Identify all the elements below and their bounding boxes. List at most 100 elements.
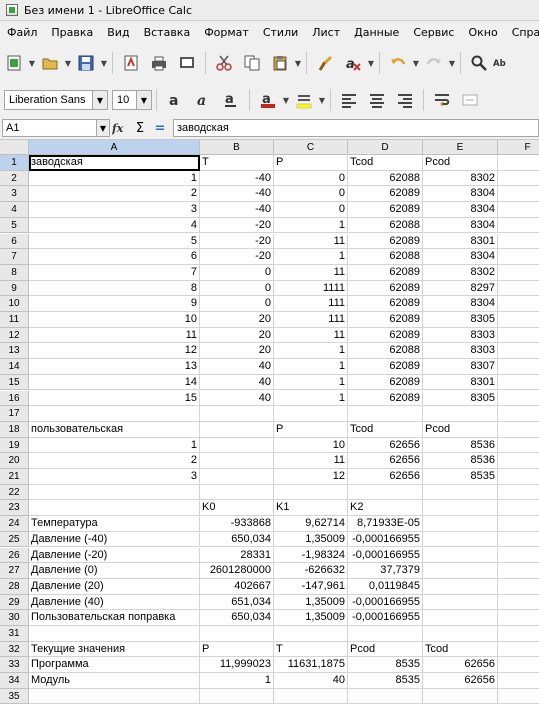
cell-a20[interactable]: 2 (29, 453, 200, 469)
copy-icon[interactable] (240, 51, 264, 75)
cell-d5[interactable]: 62088 (348, 217, 423, 234)
cell-f15[interactable] (498, 375, 539, 391)
font-color-dropdown-icon[interactable]: ▼ (282, 88, 290, 112)
cell-c9[interactable]: 1111 (274, 280, 348, 297)
row-header[interactable]: 31 (0, 626, 29, 642)
cell-d2[interactable]: 62088 (348, 170, 423, 187)
cell-e12[interactable]: 8303 (423, 327, 498, 344)
cell-e27[interactable] (423, 563, 498, 579)
cell-e17[interactable] (423, 406, 498, 422)
cell-b31[interactable] (200, 626, 274, 642)
cell-c26[interactable]: -1,98324 (274, 547, 348, 564)
new-dropdown-icon[interactable]: ▼ (28, 51, 36, 75)
open-folder-icon[interactable] (38, 51, 62, 75)
cell-f5[interactable] (498, 218, 539, 234)
cell-b10[interactable]: 0 (200, 296, 274, 312)
menu-item-10[interactable]: Справка (505, 26, 539, 39)
function-wizard-icon[interactable]: fx (110, 119, 130, 137)
cell-e3[interactable]: 8304 (423, 186, 498, 203)
cell-f7[interactable] (498, 249, 539, 265)
cell-e18[interactable]: Pcod (423, 421, 498, 438)
cell-c4[interactable]: 0 (274, 202, 348, 218)
row-header[interactable]: 20 (0, 453, 29, 469)
cell-a15[interactable]: 14 (29, 374, 200, 391)
cell-a10[interactable]: 9 (29, 296, 200, 312)
cell-f13[interactable] (498, 343, 539, 360)
cell-a8[interactable]: 7 (29, 264, 200, 281)
cell-e13[interactable]: 8303 (423, 343, 498, 360)
menu-item-1[interactable]: Правка (44, 26, 100, 39)
cell-f23[interactable] (498, 500, 539, 517)
cell-d13[interactable]: 62088 (348, 343, 423, 360)
row-header[interactable]: 27 (0, 563, 29, 579)
cell-e25[interactable] (423, 531, 498, 548)
row-header[interactable]: 11 (0, 312, 29, 328)
row-header[interactable]: 2 (0, 170, 29, 187)
cell-f9[interactable] (498, 281, 539, 297)
cell-a22[interactable] (29, 484, 200, 501)
cell-d14[interactable]: 62089 (348, 359, 423, 375)
cell-d10[interactable]: 62089 (348, 296, 423, 312)
cell-f12[interactable] (498, 328, 539, 344)
cell-f17[interactable] (498, 406, 539, 422)
cell-f3[interactable] (498, 186, 539, 203)
cell-f21[interactable] (498, 469, 539, 485)
redo-icon[interactable] (422, 51, 446, 75)
name-box[interactable]: A1 ▼ (2, 119, 110, 137)
row-header[interactable]: 25 (0, 531, 29, 548)
column-header-b[interactable]: B (200, 140, 274, 155)
cell-b18[interactable] (200, 421, 274, 438)
cell-e1[interactable]: Pcod (423, 155, 498, 171)
cell-c23[interactable]: K1 (274, 500, 348, 517)
cell-b29[interactable]: 651,034 (200, 594, 274, 611)
column-header-f[interactable]: F (498, 140, 539, 155)
cell-b7[interactable]: -20 (200, 249, 274, 265)
menu-item-4[interactable]: Формат (197, 26, 256, 39)
cell-a2[interactable]: 1 (29, 170, 200, 187)
cell-d11[interactable]: 62089 (348, 312, 423, 328)
cell-d15[interactable]: 62089 (348, 374, 423, 391)
row-header[interactable]: 35 (0, 688, 29, 705)
cell-d24[interactable]: 8,71933E-05 (348, 516, 423, 532)
italic-icon[interactable]: a (191, 88, 215, 112)
cell-d21[interactable]: 62656 (348, 469, 423, 485)
print-icon[interactable] (147, 51, 171, 75)
cell-e32[interactable]: Tcod (423, 641, 498, 658)
clear-direct-formatting-icon[interactable]: a (341, 51, 365, 75)
cell-d31[interactable] (348, 626, 423, 642)
cell-e22[interactable] (423, 484, 498, 501)
undo-dropdown-icon[interactable]: ▼ (412, 51, 420, 75)
cell-a7[interactable]: 6 (29, 249, 200, 265)
redo-dropdown-icon[interactable]: ▼ (448, 51, 456, 75)
cell-a24[interactable]: Температура (29, 516, 200, 532)
cell-a5[interactable]: 4 (29, 217, 200, 234)
row-header[interactable]: 21 (0, 469, 29, 485)
cell-b22[interactable] (200, 484, 274, 501)
cell-a33[interactable]: Программа (29, 657, 200, 674)
cell-a9[interactable]: 8 (29, 280, 200, 297)
cell-f10[interactable] (498, 296, 539, 312)
cell-f29[interactable] (498, 595, 539, 611)
menu-item-8[interactable]: Сервис (406, 26, 461, 39)
cell-f6[interactable] (498, 234, 539, 250)
cell-c17[interactable] (274, 406, 348, 422)
find-replace-icon[interactable] (467, 51, 491, 75)
cell-b13[interactable]: 20 (200, 343, 274, 360)
row-header[interactable]: 32 (0, 641, 29, 658)
cell-f1[interactable] (498, 155, 539, 171)
cell-a27[interactable]: Давление (0) (29, 563, 200, 579)
cell-a12[interactable]: 11 (29, 327, 200, 344)
cell-c10[interactable]: 111 (274, 296, 348, 312)
clear-formatting-dropdown-icon[interactable]: ▼ (367, 51, 375, 75)
cell-f30[interactable] (498, 610, 539, 626)
bold-icon[interactable]: a (163, 88, 187, 112)
cell-e14[interactable]: 8307 (423, 359, 498, 375)
underline-icon[interactable]: a (219, 88, 243, 112)
save-icon[interactable] (74, 51, 98, 75)
cell-e21[interactable]: 8535 (423, 469, 498, 485)
cell-f33[interactable] (498, 657, 539, 674)
cell-c7[interactable]: 1 (274, 249, 348, 265)
cell-b8[interactable]: 0 (200, 264, 274, 281)
paste-icon[interactable] (268, 51, 292, 75)
row-header[interactable]: 26 (0, 547, 29, 564)
